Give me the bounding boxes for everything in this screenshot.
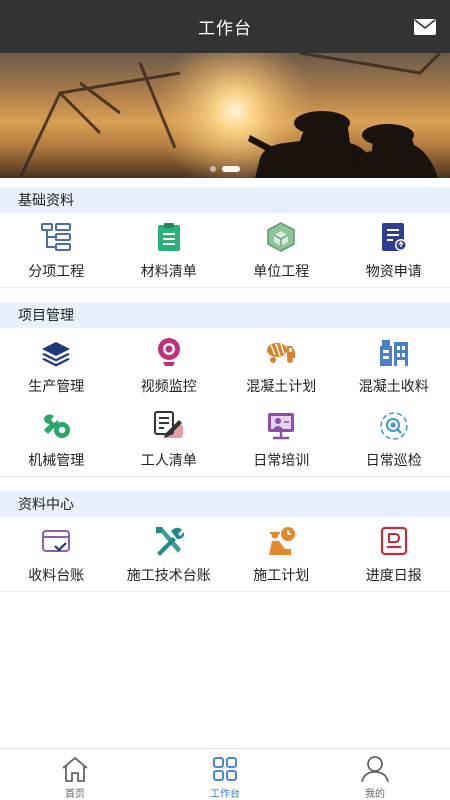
top-bar: 工作台 [0,0,450,53]
banner-image [0,53,450,178]
divider [0,591,450,592]
tab-label: 工作台 [210,789,240,800]
grid-item-label: 收料台账 [28,568,85,584]
grid-item-label: 施工计划 [253,568,310,584]
tab-home[interactable]: 首页 [0,749,150,800]
grid-item-label: 日常培训 [253,453,310,469]
tab-label: 我的 [365,789,385,800]
grid-item-daily-inspection[interactable]: 日常巡检 [338,402,450,476]
grid-item-label: 施工技术台账 [126,568,211,584]
worker-plan-icon [265,525,297,557]
plant-icon [378,336,410,368]
section-title: 基础资料 [0,187,450,213]
grid-item-label: 工人清单 [140,453,197,469]
receipt-icon [40,525,72,557]
grid-item-label: 生产管理 [28,379,85,395]
grid-item-worker-list[interactable]: 工人清单 [113,402,226,476]
grid-item-label: 分项工程 [28,264,85,280]
grid-item-label: 混凝土计划 [246,379,317,395]
grid-item-label: 物资申请 [365,264,422,280]
bottom-tab-bar: 首页 工作台 我的 [0,748,450,800]
document-upload-icon [378,221,410,253]
grid-item-construction-plan[interactable]: 施工计划 [225,517,338,591]
grid-item-receipt-ledger[interactable]: 收料台账 [0,517,113,591]
grid-item-progress-report[interactable]: 进度日报 [338,517,450,591]
section-document-center: 资料中心 收料台账 施工技术台账 施工计划 进度日报 [0,491,450,592]
grid-item-video-monitor[interactable]: 视频监控 [113,328,226,402]
user-icon [360,754,390,784]
wrench-gear-icon [40,410,72,442]
tab-workbench[interactable]: 工作台 [150,749,300,800]
page-title: 工作台 [198,19,252,39]
section-title: 资料中心 [0,491,450,517]
grid-item-unit-project[interactable]: 单位工程 [225,213,338,287]
grid-item-tech-ledger[interactable]: 施工技术台账 [113,517,226,591]
grid-item-material-request[interactable]: 物资申请 [338,213,450,287]
note-pen-icon [153,410,185,442]
grid-item-production[interactable]: 生产管理 [0,328,113,402]
tab-mine[interactable]: 我的 [300,749,450,800]
carousel-dot-active[interactable] [222,166,240,172]
grid-item-machinery[interactable]: 机械管理 [0,402,113,476]
webcam-icon [153,336,185,368]
grid-item-daily-training[interactable]: 日常培训 [225,402,338,476]
divider [0,476,450,477]
grid-item-label: 日常巡检 [365,453,422,469]
section-project-management: 项目管理 生产管理 视频监控 混凝土计划 混凝土收料 机械管理 工人清单 日常培… [0,302,450,477]
inspection-icon [378,410,410,442]
divider [0,287,450,288]
banner-carousel[interactable] [0,53,450,178]
grid-item-label: 进度日报 [365,568,422,584]
grid-item-label: 混凝土收料 [358,379,429,395]
grid-item-concrete-receive[interactable]: 混凝土收料 [338,328,450,402]
carousel-indicators [0,166,450,172]
grid-item-concrete-plan[interactable]: 混凝土计划 [225,328,338,402]
clipboard-list-icon [153,221,185,253]
carousel-dot[interactable] [210,166,216,172]
tools-icon [153,525,185,557]
mail-icon[interactable] [414,19,436,35]
mixer-truck-icon [265,336,297,368]
section-basic-info: 基础资料 分项工程 材料清单 单位工程 物资申请 [0,187,450,288]
grid-item-label: 材料清单 [140,264,197,280]
grid-item-label: 机械管理 [28,453,85,469]
grid-item-sub-project[interactable]: 分项工程 [0,213,113,287]
home-icon [60,754,90,784]
grid-item-label: 单位工程 [253,264,310,280]
tab-label: 首页 [65,789,85,800]
training-board-icon [265,410,297,442]
grid-item-material-list[interactable]: 材料清单 [113,213,226,287]
layers-icon [40,336,72,368]
tree-structure-icon [40,221,72,253]
grid-item-label: 视频监控 [140,379,197,395]
cube-icon [265,221,297,253]
daily-report-icon [378,525,410,557]
grid-icon [210,754,240,784]
section-title: 项目管理 [0,302,450,328]
